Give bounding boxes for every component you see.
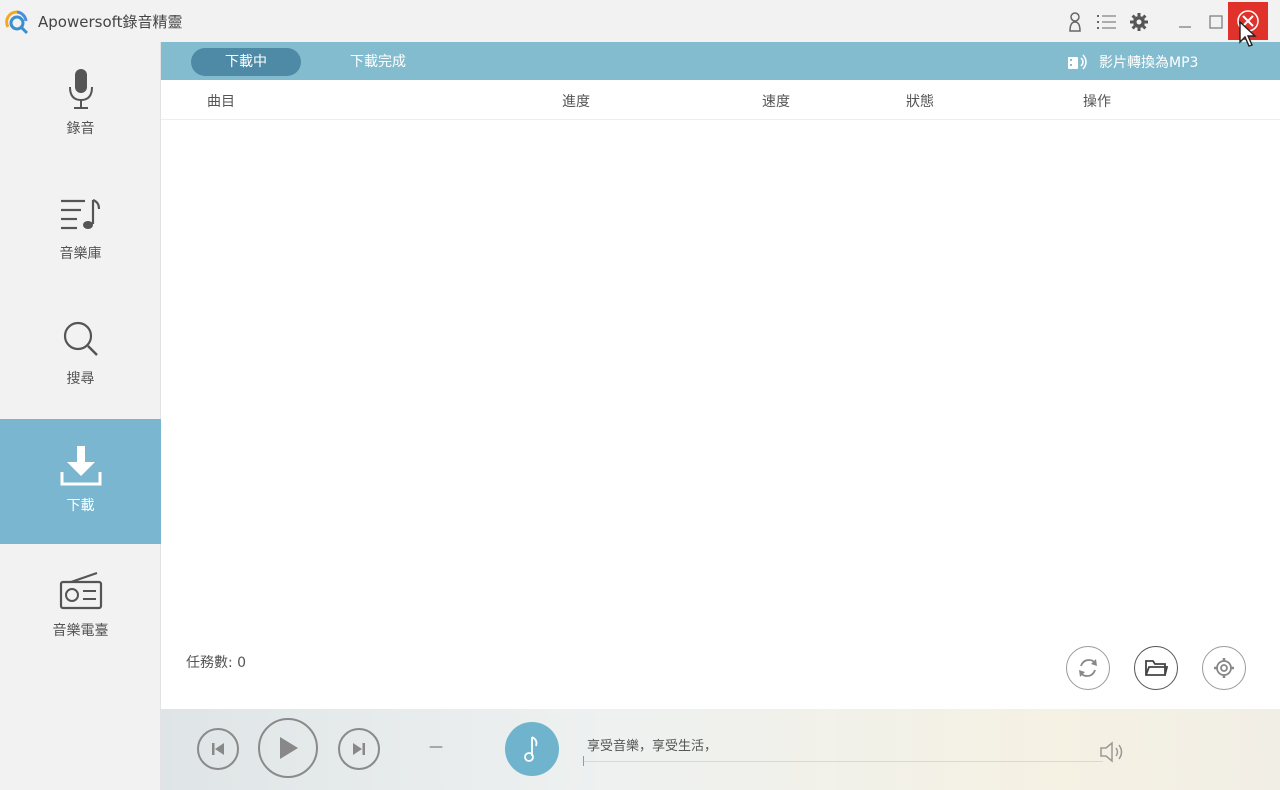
microphone-icon	[58, 66, 104, 112]
open-folder-button[interactable]	[1134, 646, 1178, 690]
gear-icon[interactable]	[1128, 11, 1150, 33]
column-header-track: 曲目	[207, 94, 235, 110]
sidebar-item-label: 音樂電臺	[52, 623, 109, 639]
refresh-button[interactable]	[1066, 646, 1110, 690]
sidebar-item-label: 音樂庫	[59, 246, 102, 262]
play-button[interactable]	[258, 718, 318, 778]
tab-completed[interactable]: 下載完成	[333, 48, 423, 76]
main-panel: 下載中 下載完成 影片轉換為MP3 曲目 進度 速度 狀態 操作 任務數: 0	[161, 42, 1280, 709]
app-window: Apowersoft錄音精靈 錄音 音樂庫 搜尋 下載 音樂電臺 下載中 下載完…	[0, 0, 1280, 790]
now-playing-disc[interactable]	[505, 722, 559, 776]
sidebar-item-download[interactable]: 下載	[0, 419, 161, 544]
previous-button[interactable]	[197, 728, 239, 770]
next-icon	[353, 743, 365, 755]
mouse-cursor-icon	[1239, 20, 1257, 47]
table-header: 曲目 進度 速度 狀態 操作	[161, 80, 1280, 120]
search-icon	[58, 316, 104, 362]
minimize-icon[interactable]	[1174, 11, 1196, 33]
music-note-icon	[524, 736, 538, 762]
list-icon[interactable]	[1096, 11, 1118, 33]
app-title: Apowersoft錄音精靈	[38, 13, 183, 31]
next-button[interactable]	[338, 728, 380, 770]
column-header-status: 狀態	[906, 94, 934, 110]
play-icon	[280, 737, 298, 759]
now-playing-text: 享受音樂，享受生活，	[587, 739, 718, 754]
app-logo-icon	[5, 10, 29, 35]
settings-icon	[1214, 658, 1234, 678]
sidebar-item-search[interactable]: 搜尋	[0, 292, 161, 417]
playback-time: —	[429, 739, 443, 755]
progress-handle[interactable]	[583, 756, 584, 766]
column-header-actions: 操作	[1083, 94, 1111, 110]
convert-video-to-mp3-button[interactable]: 影片轉換為MP3	[1067, 48, 1198, 76]
previous-icon	[212, 743, 224, 755]
sidebar: 錄音 音樂庫 搜尋 下載 音樂電臺	[0, 42, 161, 790]
column-header-progress: 進度	[562, 94, 590, 110]
maximize-icon[interactable]	[1205, 11, 1227, 33]
user-icon[interactable]	[1064, 11, 1086, 33]
column-header-speed: 速度	[762, 94, 790, 110]
sidebar-item-label: 搜尋	[66, 371, 95, 387]
task-count: 任務數: 0	[186, 655, 247, 671]
sidebar-item-label: 錄音	[66, 121, 95, 137]
convert-label: 影片轉換為MP3	[1099, 55, 1199, 71]
download-icon	[58, 443, 104, 489]
tab-downloading[interactable]: 下載中	[191, 48, 301, 76]
refresh-icon	[1079, 659, 1097, 677]
video-convert-icon	[1068, 54, 1087, 70]
title-bar: Apowersoft錄音精靈	[0, 0, 1280, 42]
sidebar-item-music-library[interactable]: 音樂庫	[0, 167, 161, 292]
progress-track[interactable]	[583, 761, 1103, 762]
player-bar: — 享受音樂，享受生活，	[161, 709, 1280, 790]
folder-icon	[1145, 660, 1168, 676]
tab-bar: 下載中 下載完成 影片轉換為MP3	[161, 42, 1280, 80]
radio-icon	[58, 568, 104, 614]
download-settings-button[interactable]	[1202, 646, 1246, 690]
music-library-icon	[58, 191, 104, 237]
sidebar-item-label: 下載	[66, 498, 95, 514]
sidebar-item-radio[interactable]: 音樂電臺	[0, 544, 161, 669]
sidebar-item-record[interactable]: 錄音	[0, 42, 161, 167]
volume-icon[interactable]	[1099, 741, 1125, 763]
